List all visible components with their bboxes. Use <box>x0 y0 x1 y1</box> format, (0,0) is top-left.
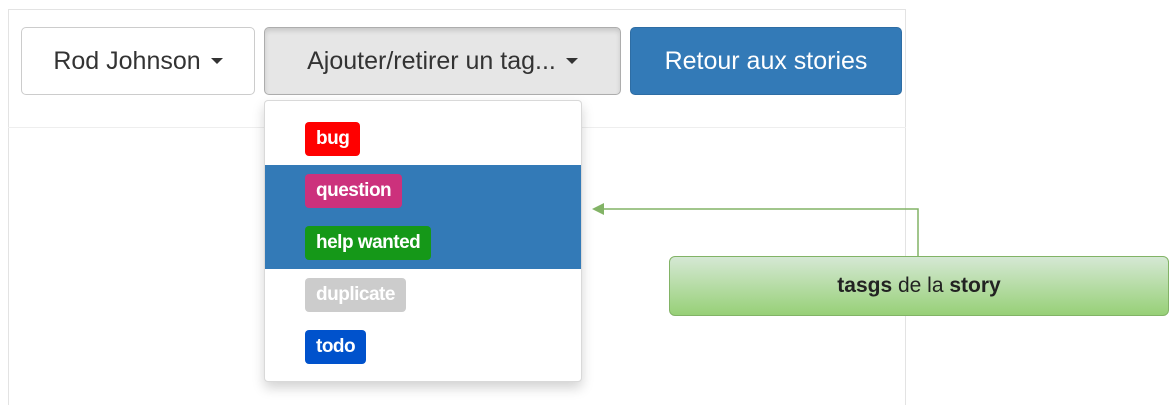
user-dropdown-label: Rod Johnson <box>53 46 201 75</box>
callout-text-de-la: de la <box>892 274 950 297</box>
tags-dropdown-button[interactable]: Ajouter/retirer un tag... <box>264 27 621 95</box>
back-to-stories-button[interactable]: Retour aux stories <box>630 27 902 95</box>
tag-label-help-wanted: help wanted <box>305 226 432 260</box>
tag-label-todo: todo <box>305 330 367 364</box>
tag-label-question: question <box>305 174 403 208</box>
screenshot-canvas: Rod Johnson Ajouter/retirer un tag... Re… <box>0 0 1171 405</box>
caret-down-icon <box>210 58 223 64</box>
tag-menu-item-help-wanted[interactable]: help wanted <box>265 217 581 269</box>
callout-box: tasgs de la story <box>669 256 1169 316</box>
caret-down-icon <box>565 58 578 64</box>
tag-menu-item-bug[interactable]: bug <box>265 113 581 165</box>
callout-text-story: story <box>949 274 1001 297</box>
tag-menu-item-todo[interactable]: todo <box>265 321 581 373</box>
back-to-stories-label: Retour aux stories <box>664 46 868 75</box>
tags-dropdown-menu: bug question help wanted duplicate todo <box>264 100 582 382</box>
tag-menu-item-question[interactable]: question <box>265 165 581 217</box>
user-dropdown-button[interactable]: Rod Johnson <box>21 27 255 95</box>
tag-label-bug: bug <box>305 122 361 156</box>
tag-menu-item-duplicate[interactable]: duplicate <box>265 269 581 321</box>
callout-text-tags: tasgs <box>837 274 893 297</box>
tags-dropdown-label: Ajouter/retirer un tag... <box>307 46 556 75</box>
tag-label-duplicate: duplicate <box>305 278 406 312</box>
